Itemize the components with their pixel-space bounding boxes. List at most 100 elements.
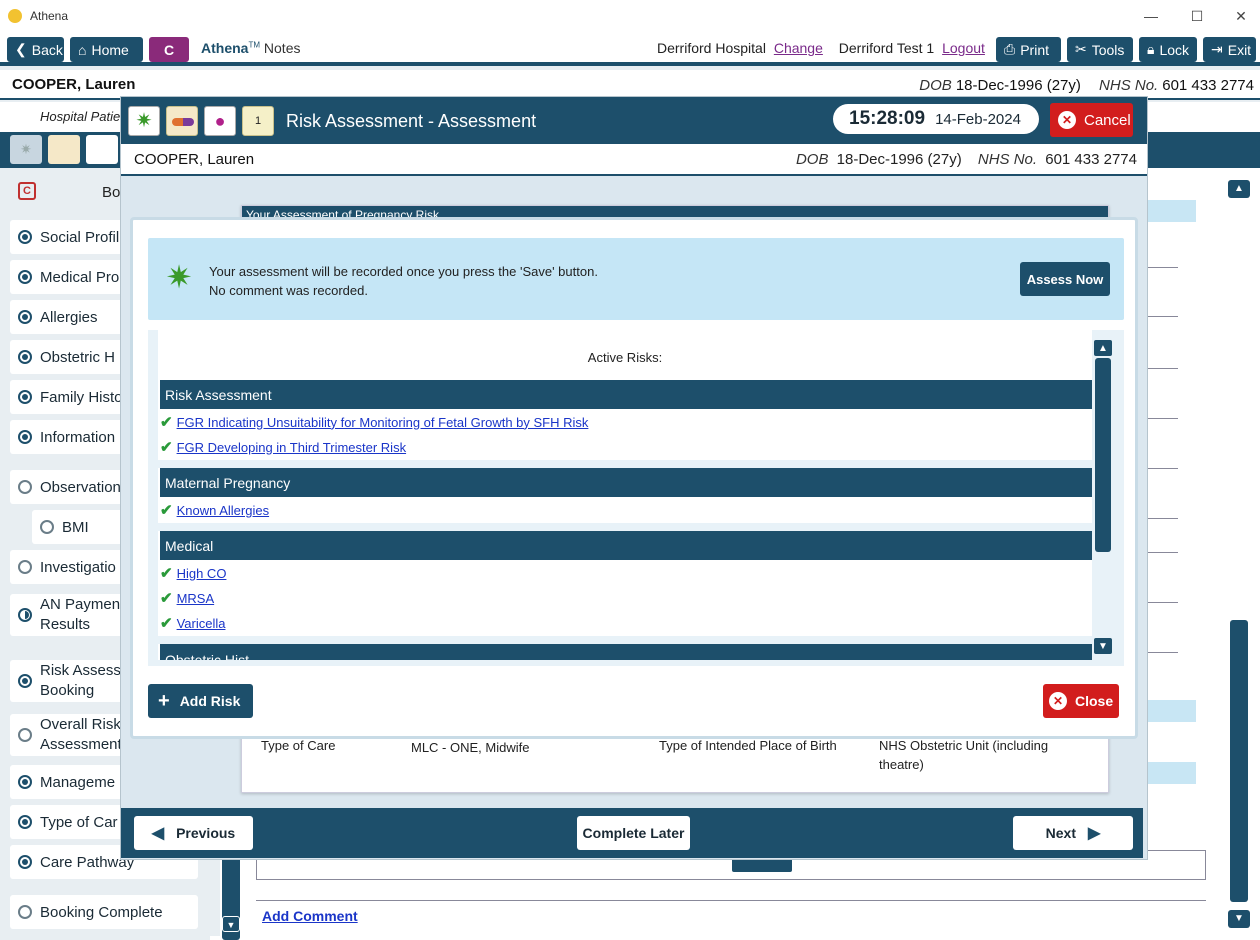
check-icon: ✔ <box>160 502 173 519</box>
app-tm: TM <box>248 40 261 50</box>
home-icon: ⌂ <box>78 41 87 58</box>
check-icon: ✔ <box>160 565 173 582</box>
risk-item[interactable]: ✔ High CO <box>160 561 226 585</box>
medication-pill-icon[interactable] <box>166 106 198 136</box>
main-scroll-up-icon[interactable]: ▲ <box>1228 180 1250 198</box>
medication-pill-icon[interactable] <box>48 135 80 164</box>
status-radio-icon <box>18 430 32 444</box>
nhs-label: NHS No. <box>977 151 1038 168</box>
person-icon[interactable] <box>86 135 118 164</box>
group-spacer <box>158 523 1092 531</box>
risks-scroll-up-icon[interactable]: ▲ <box>1094 340 1112 356</box>
sidebar-scroll-down-icon[interactable]: ▼ <box>222 916 240 932</box>
nhs-value: 601 433 2774 <box>1162 77 1254 94</box>
risk-star-icon[interactable]: ✷ <box>128 106 160 136</box>
logout-link[interactable]: Logout <box>942 40 985 56</box>
tools-label: Tools <box>1091 41 1125 58</box>
tools-icon: ✂ <box>1075 41 1087 57</box>
calendar-note-icon[interactable]: 1 <box>242 106 274 136</box>
close-label: Close <box>1075 693 1114 709</box>
lock-button[interactable]: 🔒︎ Lock <box>1139 37 1197 62</box>
home-button[interactable]: ⌂ Home <box>70 37 143 62</box>
athena-logo-icon <box>8 9 22 23</box>
sidebar-item-label-2: Results <box>40 616 91 633</box>
app-brand: AthenaTM Notes <box>201 40 300 56</box>
c-badge-label: C <box>163 41 175 58</box>
add-risk-button[interactable]: + Add Risk <box>148 684 253 718</box>
bg-divider <box>1148 518 1178 519</box>
risk-group-header: Medical <box>160 531 1092 560</box>
app-suffix: Notes <box>263 40 301 56</box>
modal-title: Risk Assessment - Assessment <box>286 111 537 131</box>
close-window-icon[interactable]: ✕ <box>1218 0 1260 32</box>
sidebar-item-label: Social Profil <box>40 228 120 246</box>
app-name: Athena <box>201 40 249 56</box>
risk-link[interactable]: Varicella <box>177 616 226 631</box>
sidebar-item-booking-complete[interactable]: Booking Complete <box>10 895 198 929</box>
risk-link[interactable]: MRSA <box>177 591 215 606</box>
bg-divider <box>1148 468 1178 469</box>
status-radio-icon <box>18 855 32 869</box>
info-line-2: No comment was recorded. <box>209 283 368 298</box>
previous-label: Previous <box>176 825 236 841</box>
sidebar-item-label: Manageme <box>40 773 116 791</box>
arrow-right-icon: ▶ <box>1088 825 1101 842</box>
hospital-info: Derriford Hospital Change Derriford Test… <box>657 40 985 56</box>
status-radio-icon <box>18 775 32 789</box>
modal-header: ✷ ● 1 Risk Assessment - Assessment 15:28… <box>121 97 1147 144</box>
nhs-label: NHS No. <box>1099 77 1159 94</box>
risk-item[interactable]: ✔ Known Allergies <box>160 498 269 522</box>
bg-divider <box>1148 267 1178 268</box>
current-time: 15:28:09 <box>849 108 926 129</box>
main-scroll-down-icon[interactable]: ▼ <box>1228 910 1250 928</box>
status-radio-icon <box>18 270 32 284</box>
minimize-icon[interactable]: — <box>1128 0 1174 32</box>
complete-later-button[interactable]: Complete Later <box>577 816 690 850</box>
risk-link[interactable]: Known Allergies <box>177 503 270 518</box>
risk-link[interactable]: FGR Indicating Unsuitability for Monitor… <box>177 415 589 430</box>
sidebar-item-label: Booking Complete <box>40 903 163 921</box>
bg-divider <box>1148 652 1178 653</box>
bg-section-header-1 <box>1148 200 1196 222</box>
dob-value: 18-Dec-1996 (27y) <box>836 151 962 168</box>
risk-item[interactable]: ✔ MRSA <box>160 586 214 610</box>
assess-now-button[interactable]: Assess Now <box>1020 262 1110 296</box>
risks-scroll-down-icon[interactable]: ▼ <box>1094 638 1112 654</box>
top-nav: ❮ Back ⌂ Home C AthenaTM Notes Derriford H… <box>0 32 1260 66</box>
tools-button[interactable]: ✂ Tools <box>1067 37 1133 62</box>
exit-button[interactable]: ⇥ Exit <box>1203 37 1256 62</box>
sidebar-item-label: Allergies <box>40 308 98 326</box>
maximize-icon[interactable]: ☐ <box>1174 0 1220 32</box>
back-label: Back <box>31 41 63 58</box>
risk-item[interactable]: ✔ FGR Indicating Unsuitability for Monito… <box>160 410 588 434</box>
close-circle-icon: ✕ <box>1058 111 1076 129</box>
risk-link[interactable]: FGR Developing in Third Trimester Risk <box>177 440 407 455</box>
close-button[interactable]: ✕ Close <box>1043 684 1119 718</box>
clock-display: 15:28:09 14-Feb-2024 <box>833 104 1039 134</box>
risk-item[interactable]: ✔ FGR Developing in Third Trimester Risk <box>160 435 406 459</box>
dob-value: 18-Dec-1996 (27y) <box>955 77 1081 94</box>
risk-item[interactable]: ✔ Varicella <box>160 611 225 635</box>
active-risks-panel: Active Risks: Risk Assessment ✔ FGR Indic… <box>148 330 1124 666</box>
risk-link[interactable]: High CO <box>177 566 227 581</box>
main-scrollbar-thumb[interactable] <box>1230 620 1248 902</box>
risks-scrollbar-thumb[interactable] <box>1095 358 1111 552</box>
bg-divider <box>256 900 1206 901</box>
c-badge-button[interactable]: C <box>149 37 189 62</box>
back-button[interactable]: ❮ Back <box>7 37 64 62</box>
sidebar-item-label: Investigatio <box>40 558 116 576</box>
sidebar-item-label: AN Paymen <box>40 596 121 613</box>
cancel-button[interactable]: ✕ Cancel <box>1050 103 1133 137</box>
add-comment-link[interactable]: Add Comment <box>262 908 358 924</box>
previous-button[interactable]: ◀ Previous <box>134 816 253 850</box>
next-label: Next <box>1045 825 1077 841</box>
person-icon[interactable]: ● <box>204 106 236 136</box>
change-hospital-link[interactable]: Change <box>774 40 823 56</box>
next-button[interactable]: Next ▶ <box>1013 816 1133 850</box>
print-button[interactable]: ⎙ Print <box>996 37 1061 62</box>
arrow-left-icon: ◀ <box>151 825 165 842</box>
risk-star-icon[interactable]: ✷ <box>10 135 42 164</box>
status-radio-icon <box>18 350 32 364</box>
print-label: Print <box>1020 41 1049 58</box>
status-radio-icon <box>40 520 54 534</box>
